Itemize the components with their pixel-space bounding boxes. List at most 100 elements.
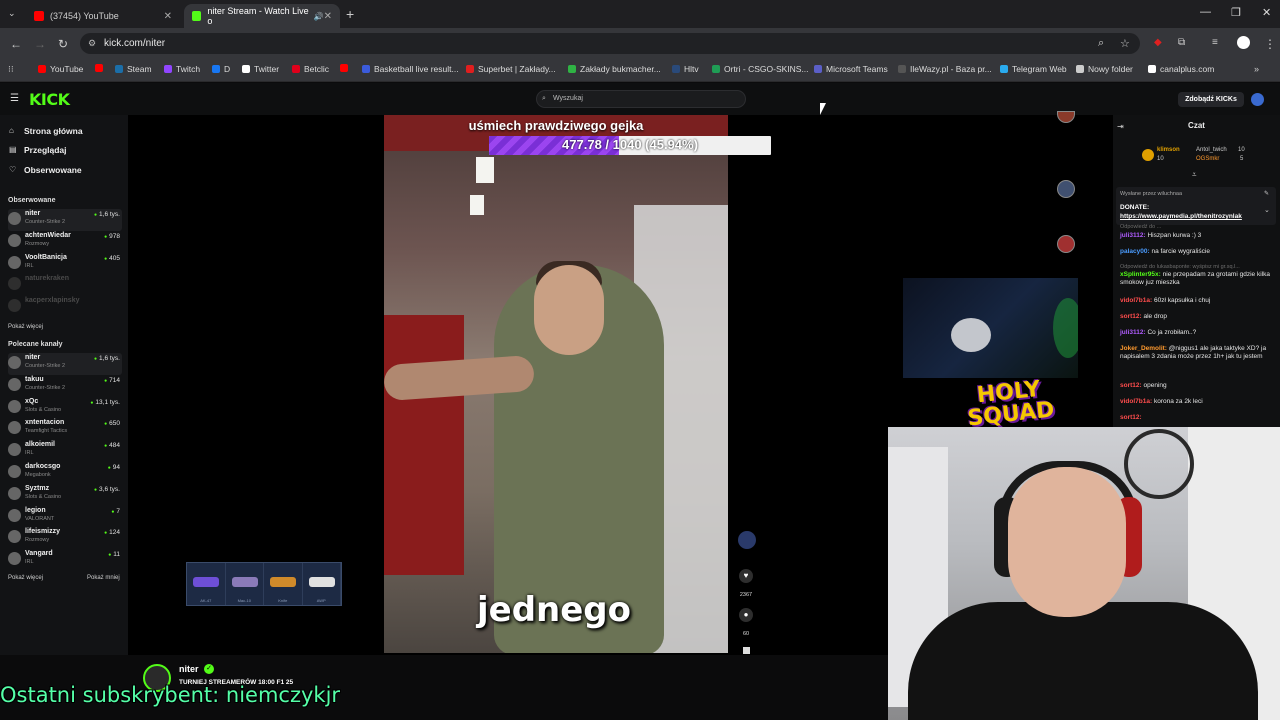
nav-home[interactable]: Strona główna: [24, 126, 83, 136]
chat-username[interactable]: juli3112:: [1120, 329, 1146, 336]
get-kicks-button[interactable]: Zdobądź KICKs: [1178, 92, 1244, 107]
chat-username[interactable]: sort12:: [1120, 382, 1142, 389]
user-avatar[interactable]: [1251, 93, 1264, 106]
bookmark-item[interactable]: [95, 64, 107, 72]
bookmark-item[interactable]: Zakłady bukmacher...: [568, 64, 661, 74]
top-supporter-name: OGSmkr: [1196, 156, 1220, 162]
channel-category: Rozmowy: [25, 240, 50, 247]
bookmark-item[interactable]: YouTube: [38, 64, 83, 74]
sidebar-channel[interactable]: takuuCounter-Strike 2 714: [8, 375, 122, 397]
search-input[interactable]: ⌕ Wyszukaj: [536, 90, 746, 108]
channel-name: darkocsgo: [25, 463, 61, 470]
sidebar-channel[interactable]: achtenWiedarRozmowy 978: [8, 231, 122, 253]
bookmark-item[interactable]: Hltv: [672, 64, 699, 74]
expand-icon[interactable]: ⩡: [1192, 170, 1197, 180]
case-item-label: Knife: [278, 598, 288, 603]
chat-username[interactable]: Joker_Demolit:: [1120, 345, 1167, 352]
sidebar-channel[interactable]: SyztmzSlots & Casino 3,6 tys.: [8, 484, 122, 506]
close-tab-icon[interactable]: ✕: [164, 11, 172, 22]
bookmark-item[interactable]: [340, 64, 352, 72]
media-icon[interactable]: ≡: [1212, 37, 1218, 48]
viewer-count: 94: [108, 464, 120, 471]
tab-list-icon[interactable]: ⌄: [8, 8, 16, 19]
bookmark-item[interactable]: Nowy folder: [1076, 64, 1133, 74]
overlay-avatar: [1057, 180, 1075, 198]
sidebar-channel[interactable]: legionVALORANT 7: [8, 506, 122, 528]
bookmark-item[interactable]: Superbet | Zakłady...: [466, 64, 556, 74]
menu-icon[interactable]: ⋮: [1264, 37, 1276, 51]
bookmark-item[interactable]: Telegram Web: [1000, 64, 1067, 74]
minimize-button[interactable]: —: [1200, 6, 1211, 18]
chat-username[interactable]: vidol7b1a:: [1120, 297, 1152, 304]
zoom-icon[interactable]: ⌕: [1098, 37, 1104, 50]
case-item: AK-47: [187, 563, 226, 605]
bookmark-item[interactable]: IleWazy.pl - Baza pr...: [898, 64, 992, 74]
bookmark-star-icon[interactable]: ☆: [1120, 37, 1130, 50]
sidebar-channel[interactable]: kacperxlapinsky: [8, 296, 122, 318]
sidebar-channel[interactable]: xQcSlots & Casino 13,1 tys.: [8, 397, 122, 419]
streamer-name[interactable]: niter: [179, 664, 199, 674]
chat-username[interactable]: juli3112:: [1120, 232, 1146, 239]
sidebar-channel[interactable]: lifeismizzyRozmowy 124: [8, 527, 122, 549]
chat-username[interactable]: sort12:: [1120, 414, 1142, 421]
maximize-button[interactable]: ❐: [1231, 6, 1241, 19]
nav-following[interactable]: Obserwowane: [24, 165, 82, 175]
chat-text: Odpowiedź do ...: [1120, 224, 1162, 230]
extensions-icon[interactable]: ⧉: [1178, 37, 1185, 48]
url-input[interactable]: [80, 33, 1140, 54]
bookmark-item[interactable]: Betclic: [292, 64, 329, 74]
chat-username[interactable]: palacy00:: [1120, 248, 1150, 255]
chevron-down-icon[interactable]: ⌄: [1264, 206, 1270, 214]
kick-logo[interactable]: KICK: [29, 90, 70, 109]
sidebar-channel[interactable]: niter Counter-Strike 2 1,6 tys.: [8, 209, 122, 231]
close-window-button[interactable]: ✕: [1262, 6, 1271, 19]
new-tab-button[interactable]: +: [346, 6, 354, 22]
bookmark-item[interactable]: Microsoft Teams: [814, 64, 888, 74]
bookmark-item[interactable]: Twitter: [242, 64, 279, 74]
pinned-link[interactable]: https://www.paymedia.pl/thenitrozynlak: [1120, 213, 1242, 220]
channel-avatar: [8, 255, 21, 269]
case-item-label: AK-47: [200, 598, 212, 603]
top-supporter-value: 10: [1238, 147, 1245, 153]
sidebar-channel[interactable]: naturekraken: [8, 274, 122, 296]
extension-icon[interactable]: ◆: [1154, 37, 1162, 48]
hamburger-menu-icon[interactable]: ☰: [10, 93, 19, 104]
sidebar-channel[interactable]: niter Counter-Strike 2 1,6 tys.: [8, 353, 122, 375]
chat-title: Czat: [1188, 121, 1205, 130]
bookmark-item[interactable]: canalplus.com: [1148, 64, 1214, 74]
pin-icon[interactable]: ✎: [1264, 190, 1269, 197]
tab-youtube[interactable]: (37454) YouTube ✕: [26, 4, 180, 28]
show-less-recommended[interactable]: Pokaż mniej: [87, 575, 120, 581]
back-icon[interactable]: ←: [10, 37, 22, 51]
sidebar-channel[interactable]: xntentacionTeamfight Tactics 650: [8, 418, 122, 440]
apps-icon[interactable]: ⁝⁝: [8, 64, 14, 75]
chat-username[interactable]: xSplinter95x:: [1120, 271, 1161, 278]
bookmark-item[interactable]: D: [212, 64, 230, 74]
chat-username[interactable]: sort12:: [1120, 313, 1142, 320]
site-info-icon[interactable]: ⚙: [88, 38, 96, 49]
reload-icon[interactable]: ↻: [58, 37, 68, 51]
last-subscriber-overlay: Ostatni subskrybent: niemczykjr: [0, 683, 341, 707]
close-tab-icon[interactable]: ✕: [324, 11, 332, 22]
bookmark-item[interactable]: Steam: [115, 64, 152, 74]
sidebar-channel[interactable]: VangardIRL 11: [8, 549, 122, 571]
bookmark-item[interactable]: Basketball live result...: [362, 64, 459, 74]
show-more-recommended[interactable]: Pokaż więcej: [8, 575, 43, 581]
profile-avatar[interactable]: [1237, 36, 1250, 49]
more-bookmarks-icon[interactable]: »: [1254, 64, 1259, 74]
show-more-followed[interactable]: Pokaż więcej: [8, 324, 43, 330]
chat-username[interactable]: vidol7b1a:: [1120, 398, 1152, 405]
kick-icon: [192, 11, 202, 21]
sidebar-channel[interactable]: alkoiemilIRL 484: [8, 440, 122, 462]
tab-kick[interactable]: niter Stream - Watch Live o 🔊 ✕: [184, 4, 340, 28]
nav-browse[interactable]: Przeglądaj: [24, 145, 67, 155]
top-supporter-name: klimson: [1157, 147, 1180, 153]
sidebar-channel[interactable]: darkocsgo Megabonk 94: [8, 462, 122, 484]
bookmark-item[interactable]: Twitch: [164, 64, 200, 74]
speaker-icon[interactable]: 🔊: [314, 12, 324, 21]
bookmark-item[interactable]: Ortri - CSGO-SKINS...: [712, 64, 809, 74]
chat-message: juli3112: Co ja zrobiłam..?: [1120, 329, 1272, 337]
channel-name: xQc: [25, 397, 39, 405]
forward-icon[interactable]: →: [34, 37, 46, 51]
sidebar-channel[interactable]: VooltBanicjaIRL 405: [8, 253, 122, 275]
